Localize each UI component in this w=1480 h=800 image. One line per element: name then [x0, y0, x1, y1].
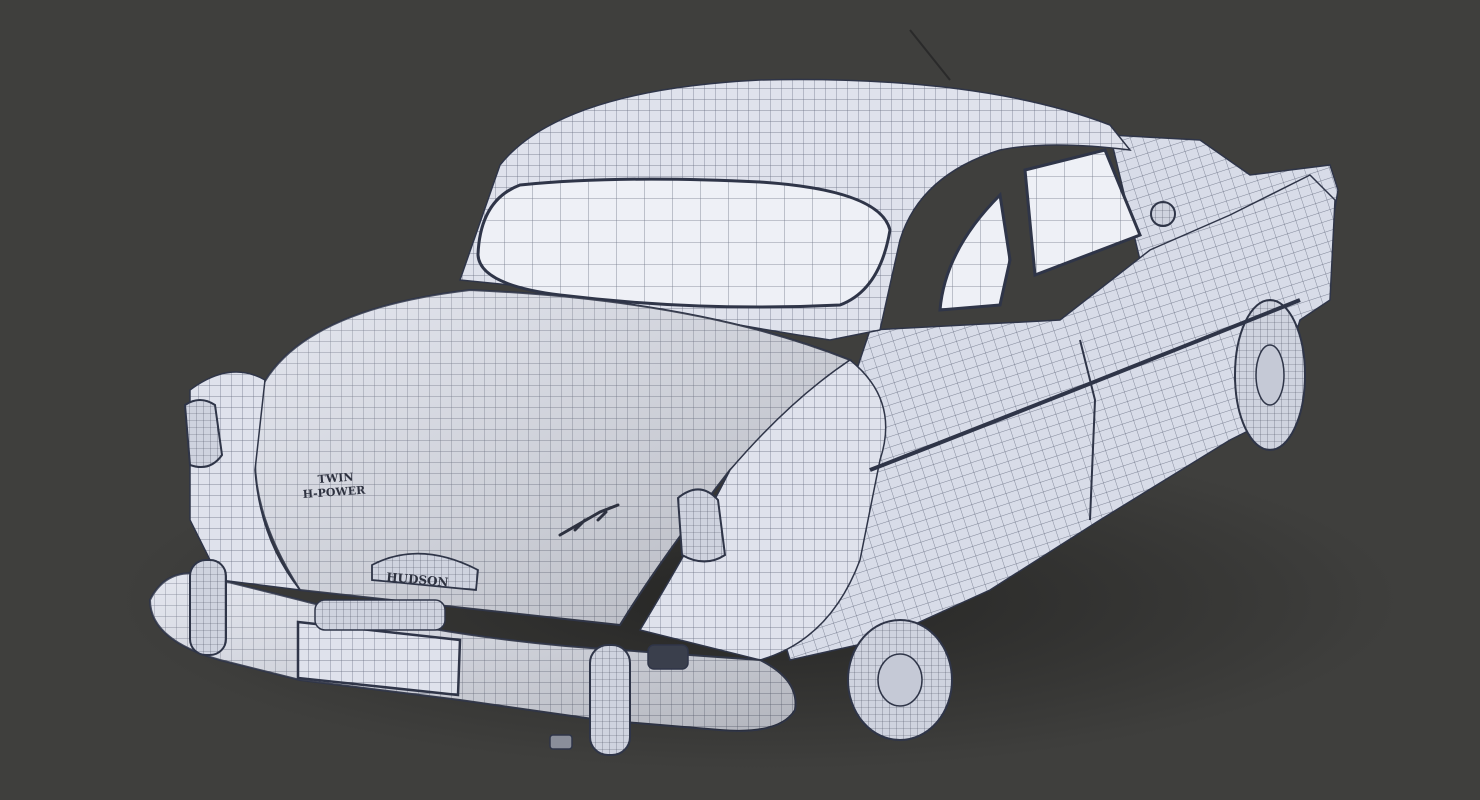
trunk-script-top: TWIN — [317, 471, 354, 486]
side-mirror — [1150, 201, 1176, 227]
antenna — [909, 29, 951, 81]
tail-light-left — [183, 399, 224, 468]
quarter-window — [938, 191, 1012, 312]
front-hubcap — [1255, 344, 1285, 406]
car-render: TWIN H-POWER HUDSON — [120, 29, 1400, 770]
exhaust-pipe — [549, 734, 573, 750]
bumper-guard-left — [189, 559, 227, 656]
bumper-guard-right — [589, 644, 631, 756]
backup-light — [647, 644, 689, 670]
render-viewport: TWIN H-POWER HUDSON — [0, 0, 1480, 800]
tail-light-right — [676, 488, 727, 563]
license-light — [314, 599, 446, 631]
rear-window — [476, 177, 892, 309]
rear-hubcap — [877, 653, 923, 707]
